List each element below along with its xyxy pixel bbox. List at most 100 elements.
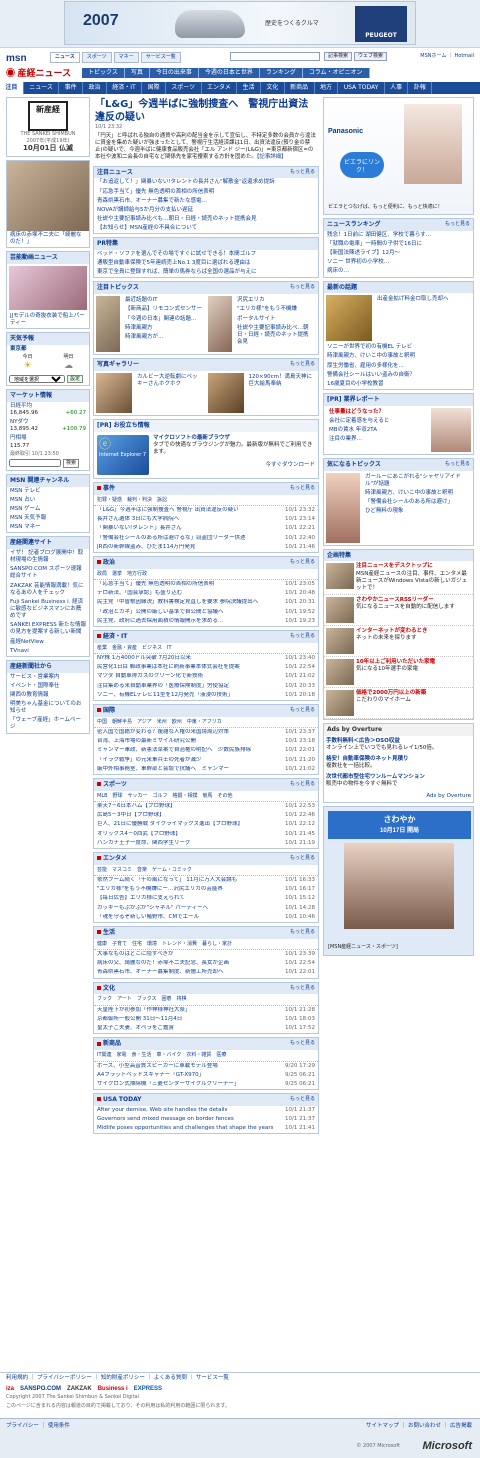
topic-b-item[interactable]: "エリカ様"をもう不機嫌: [234, 305, 316, 314]
overture-ad[interactable]: 手数料無料＜広告＞OSO収益 オンライン上でいつでも見れるレイ1/50倍。: [324, 736, 473, 754]
section-title[interactable]: 政治: [103, 559, 115, 566]
news-row[interactable]: 広島5－3中日【プロ野球】 10/1 22:46: [94, 811, 318, 820]
nav-entame[interactable]: エンタメ: [202, 82, 238, 94]
news-row[interactable]: "エリカ様"をもう不機嫌にー…沢尻エリカの芸能界 10/1 16:17: [94, 885, 318, 894]
gallery-a[interactable]: カルビー大逆転劇にペッキーさんホクホク: [96, 373, 205, 414]
news-row[interactable]: JR西の新幹線盗み、ひだま114万円発見 10/1 21:46: [94, 543, 318, 552]
top-ad-banner[interactable]: 2007 歴史をつくるクルマ PEUGEOT: [0, 0, 480, 48]
sankei-news-logo[interactable]: ◉ 産経ニュース: [6, 66, 71, 79]
chumoku-item[interactable]: 「お追返して！」関暴いない!タレントの長井さん"解散金"返還求め提訴: [94, 178, 318, 187]
news-headline[interactable]: 皇太子ご夫妻、オペラをご鑑賞: [97, 1025, 174, 1032]
kikaku-item[interactable]: インターネットが変わるとき ネットの未来を探ります: [324, 626, 473, 657]
news-row[interactable]: After your demise, Web site handles the …: [94, 1106, 318, 1115]
news-row[interactable]: 台湾、上海市場の最新ミサイル研究公開 10/1 23:18: [94, 737, 318, 746]
section-more[interactable]: もっと見る: [290, 855, 315, 863]
news-headline[interactable]: マツダ 自動車排ガスのクリーン化で新技術: [97, 673, 203, 680]
section-more[interactable]: もっと見る: [290, 485, 315, 493]
section-title[interactable]: 文化: [103, 985, 115, 992]
site-iza[interactable]: イザ！ 記者ブログ展開中！取材現場の生情報: [7, 549, 89, 565]
news-headline[interactable]: 依然ブーム続く「千の風になって」 11月に万人大会論も: [97, 877, 237, 884]
search-input[interactable]: [230, 52, 320, 61]
kininaru-item[interactable]: 時津風親方、けいこ中の事故と釈明: [362, 489, 471, 498]
pr-item[interactable]: ベッド・ソファを選んでその場ですぐに試せできる！本間ゴルフ: [94, 250, 318, 259]
ie-promo-body[interactable]: ⓔ Internet Explorer 7 マイクロソフトの最新ブラウザ タブでの…: [94, 432, 318, 478]
anchor-photo[interactable]: [344, 842, 454, 929]
kikaku-thumb[interactable]: [326, 689, 354, 716]
news-row[interactable]: 青森県黒石市、オーナー募集制度、新施工所売却へ 10/1 22:01: [94, 968, 318, 977]
market-nikkei[interactable]: 日経平均 16,845.96 +60.27: [7, 402, 89, 418]
overture-more[interactable]: Ads by Overture: [324, 791, 473, 802]
msn-logo[interactable]: msn: [6, 53, 27, 64]
panasonic-ad[interactable]: Panasonic ビエラにリンク！ ビエラとつなげば、もっと便利に、もっと快適…: [323, 97, 474, 215]
news-headline[interactable]: 巨人、21日に優勝戦 ダイクライマックス進出【プロ野球】: [97, 821, 243, 828]
business-i-logo[interactable]: Business i: [98, 1386, 128, 1392]
overture-ad-title[interactable]: 手数料無料＜広告＞OSO収益: [326, 738, 471, 745]
news-row[interactable]: 依然ブーム続く「千の風になって」 11月に万人大会論も 10/1 16:33: [94, 876, 318, 885]
section-categories[interactable]: 芸能 マスコミ 音楽 ゲーム・コミック: [94, 865, 318, 877]
news-headline[interactable]: 台湾、上海市場の最新ミサイル研究公開: [97, 738, 196, 745]
news-row[interactable]: 京都御所一般公開 31日～11月4日 10/1 18:03: [94, 1015, 318, 1024]
kikaku-thumb[interactable]: [326, 596, 354, 623]
news-row[interactable]: 「L&G」今週半ばに強制捜査へ 警視庁 出資法違反の疑い 10/1 23:32: [94, 506, 318, 515]
video-promo[interactable]: さわやか 10月17日 開局 [MSN産経ニュース・スポーツ]: [323, 805, 474, 956]
corp-service[interactable]: サービス・営業案内: [7, 673, 89, 682]
news-headline[interactable]: ガッキーもぶかぶか"シャネル" パーティーへ: [97, 905, 208, 912]
news-headline[interactable]: After your demise, Web site handles the …: [97, 1107, 227, 1114]
news-headline[interactable]: 民主党、政府に過去採用面積の情報開示を求める…: [97, 618, 224, 625]
girl-photo[interactable]: [7, 161, 89, 232]
news-headline[interactable]: 楽天7－6日本ハム【プロ野球】: [97, 803, 176, 810]
news-headline[interactable]: サイクロン式掃除機「三菱センターサイクルクリーナー」: [97, 1081, 240, 1088]
nav-news[interactable]: ニュース: [24, 82, 60, 94]
job-item[interactable]: MBの賃水 年収2TA: [326, 426, 429, 435]
kikaku-item[interactable]: さわやかニュースRSSリーダー 気になるニュースを自動的に配信します: [324, 595, 473, 626]
chumoku-item[interactable]: 社説や主要記事読み比べも…朝日・日経・読売のネット提携会見: [94, 215, 318, 224]
ie-download-link[interactable]: 今すぐダウンロード: [153, 462, 315, 469]
news-row[interactable]: 「魂を守るぞ新しい賭野市、CMでエール 10/1 10:46: [94, 913, 318, 922]
kikaku-item[interactable]: 価格で2000万円以上の新築 こだわりのマイホーム: [324, 688, 473, 719]
section-title[interactable]: スポーツ: [103, 781, 127, 788]
topics-more[interactable]: もっと見る: [290, 284, 315, 292]
nav-usatoday[interactable]: USA TODAY: [338, 82, 385, 94]
stock-input[interactable]: [9, 459, 61, 468]
kininaru-photo[interactable]: [326, 472, 360, 543]
girl-box[interactable]: 病床の赤塚不二夫に「綺麗なのだ！」: [6, 160, 90, 249]
news-headline[interactable]: テロ新法、「国会承認」も盛り込む: [97, 590, 182, 597]
news-headline[interactable]: 「応急手当て」優先 無色透明の首相の所信表明: [97, 581, 214, 588]
news-row[interactable]: 病床の父、綺麗なのだ！赤塚不二夫記念、長女が企画 10/1 22:54: [94, 959, 318, 968]
nav-bunka[interactable]: 文化: [261, 82, 285, 94]
microsoft-logo[interactable]: Microsoft: [423, 1440, 473, 1452]
site-business-i[interactable]: Fuji Sankei Business i. 経済に敏感なビジネスマンにお薦め…: [7, 598, 89, 621]
topic-a-item[interactable]: 【新商品】リモコン式センサー: [122, 305, 205, 314]
section-categories[interactable]: 犯罪・疑惑 裁判・判決 訴訟: [94, 495, 318, 507]
news-row[interactable]: ガッキーもぶかぶか"シャネル" パーティーへ 10/1 14:28: [94, 904, 318, 913]
article-search-button[interactable]: 記事検索: [324, 52, 353, 61]
news-row[interactable]: オリックス4－0西武【プロ野球】 10/1 21:45: [94, 830, 318, 839]
web-search-button[interactable]: ウェブ検索: [354, 52, 388, 61]
news-headline[interactable]: ハンカチ王子一度命、関西学生リーグ: [97, 840, 191, 847]
tab-money[interactable]: マネー: [113, 52, 139, 63]
news-row[interactable]: マツダ 自動車排ガスのクリーン化で新技術 10/1 21:02: [94, 672, 318, 681]
section-title[interactable]: 生活: [103, 929, 115, 936]
news-row[interactable]: ソニー、有機ELテレビ11型を12月発売「液浸の技術」 10/1 20:18: [94, 691, 318, 700]
girl-caption[interactable]: 病床の赤塚不二夫に「綺麗なのだ！」: [7, 231, 89, 247]
job-body[interactable]: 仕事量はどうなった？ 会社に定着感を与えると MBの賃水 年収2TA 注目の業界…: [324, 406, 473, 454]
pr-item[interactable]: 東京で全員に登録すれば、簡単の馬券ならば全国の選品が与えに: [94, 268, 318, 277]
region-select[interactable]: 地域を選択: [9, 374, 65, 383]
section-categories[interactable]: IT関連 家電 食・生活 車・バイク 衣料・雑貨 医療: [94, 1050, 318, 1062]
news-headline[interactable]: 病床の父、綺麗なのだ！赤塚不二夫記念、長女が企画: [97, 960, 229, 967]
nav-keizai[interactable]: 経済・IT: [107, 82, 143, 94]
ie-promo-title-link[interactable]: マイクロソフトの最新ブラウザ: [153, 435, 315, 442]
latest-item[interactable]: 16歳夏目の小学校教習: [324, 380, 473, 389]
kikaku-thumb[interactable]: [326, 627, 354, 654]
ranking-item[interactable]: 病床の…: [324, 267, 473, 276]
nav-sports[interactable]: スポーツ: [166, 82, 202, 94]
footer-links[interactable]: 利用規約 ｜ プライバシーポリシー ｜ 知的財産ポリシー ｜ よくある質問 ｜ …: [6, 1373, 474, 1384]
ranking-item[interactable]: 残念！1日前に 湖田健区、学校で暮らす…: [324, 231, 473, 240]
header-links[interactable]: MSNホーム ｜ Hotmail: [420, 53, 474, 60]
section-categories[interactable]: ブック アート ブックス 囲碁 将棋: [94, 994, 318, 1006]
sanspo-logo[interactable]: SANSPO.COM: [20, 1386, 61, 1392]
subnav-ranking[interactable]: ランキング: [259, 68, 303, 78]
subnav-week[interactable]: 今週の日本と世界: [198, 68, 260, 78]
latest-item[interactable]: 時津風親方、けいこ中の事故と釈明: [324, 352, 473, 361]
news-headline[interactable]: 【毎日広告】エリカ様に支えられて: [97, 895, 185, 902]
